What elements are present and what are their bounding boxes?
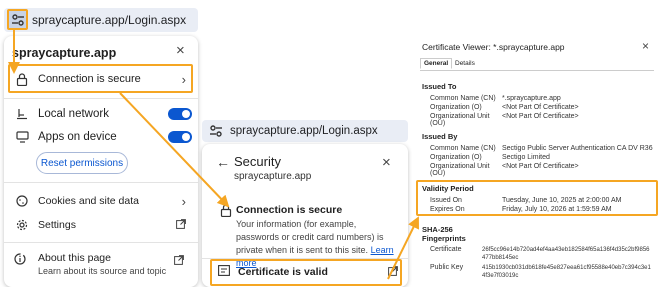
arrow-to-security (119, 92, 230, 208)
annotation-arrows (8, 30, 419, 280)
arrow-to-viewer (387, 216, 419, 280)
